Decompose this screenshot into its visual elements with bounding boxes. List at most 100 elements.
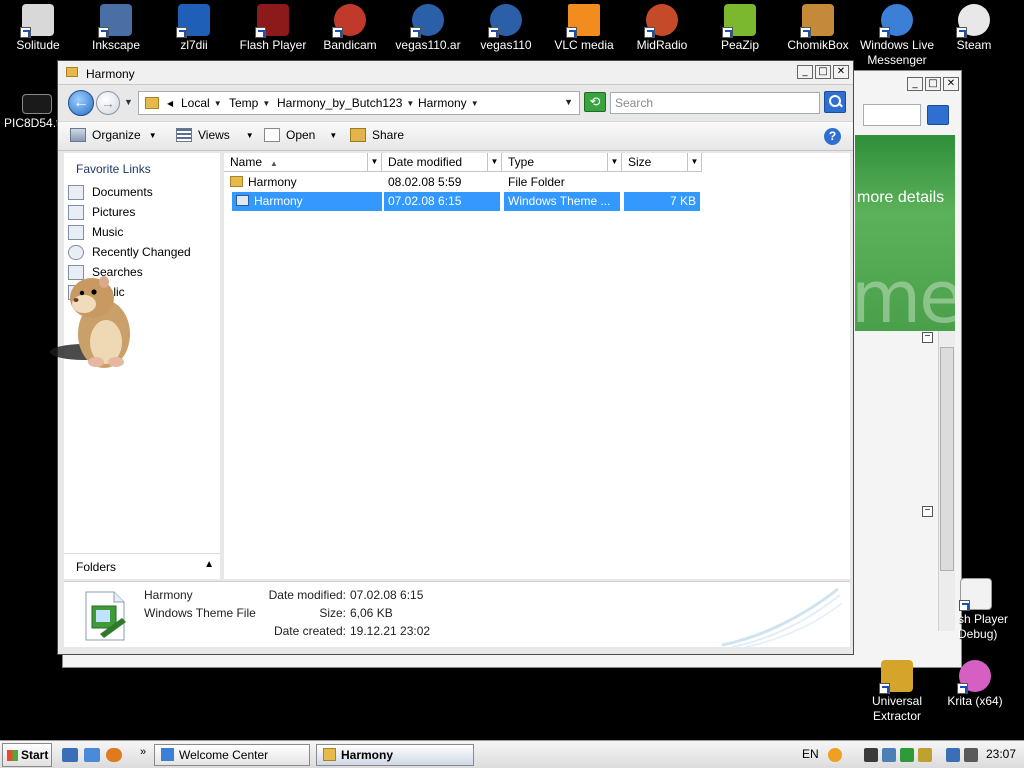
sort-ascending-icon: ▲ — [270, 159, 278, 168]
desktop-icon-solitude[interactable]: Solitude — [0, 4, 76, 53]
peazip-icon — [722, 4, 756, 38]
desktop-icon-inkscape[interactable]: Inkscape — [78, 4, 154, 53]
nav-item-recently-changed[interactable]: Recently Changed — [68, 243, 191, 261]
chevron-down-icon[interactable]: ▼ — [214, 99, 222, 108]
firefox-icon[interactable] — [106, 748, 122, 762]
app-tray-icon[interactable] — [918, 748, 932, 762]
nav-item-music[interactable]: Music — [68, 223, 123, 241]
desktop-icon-pic8d54[interactable]: PIC8D54.t — [0, 94, 59, 131]
taskbar-button-label: Harmony — [341, 748, 394, 762]
desktop-icon-midradio[interactable]: MidRadio — [624, 4, 700, 53]
collapse-toggle[interactable]: − — [922, 506, 933, 517]
chevron-down-icon[interactable]: ▼ — [471, 99, 479, 108]
desktop-icon-peazip[interactable]: PeaZip — [702, 4, 778, 53]
maximize-button[interactable]: □ — [925, 77, 941, 91]
column-header-type[interactable]: Type ▼ — [502, 153, 622, 172]
share-button[interactable]: Share — [350, 128, 404, 142]
chevron-down-icon[interactable]: ▼ — [687, 153, 701, 171]
chevron-down-icon[interactable]: ▼ — [487, 153, 501, 171]
hamster-mascot[interactable] — [48, 268, 138, 378]
folders-pane-toggle[interactable]: Folders ▲ — [64, 553, 220, 579]
folders-label: Folders — [76, 560, 117, 574]
desktop-icon-chomikbox[interactable]: ChomikBox — [780, 4, 856, 53]
chevron-down-icon[interactable]: ▼ — [262, 99, 270, 108]
scrollbar-thumb[interactable] — [940, 347, 954, 571]
nav-item-documents[interactable]: Documents — [68, 183, 153, 201]
nav-item-pictures[interactable]: Pictures — [68, 203, 135, 221]
recent-pages-dropdown[interactable]: ▼ — [124, 97, 133, 107]
more-details-link[interactable]: more details — [857, 189, 944, 207]
chevron-down-icon[interactable]: ▼ — [607, 153, 621, 171]
vegas-icon — [488, 4, 522, 38]
close-button[interactable]: ✕ — [833, 65, 849, 79]
row-name-cell: Harmony — [226, 173, 382, 192]
image-file-icon — [22, 94, 52, 114]
minimize-button[interactable]: _ — [797, 65, 813, 79]
clock[interactable]: 23:07 — [986, 747, 1016, 761]
help-icon[interactable]: ? — [824, 128, 841, 145]
search-icon[interactable] — [927, 105, 949, 125]
open-label: Open — [286, 128, 316, 142]
search-input[interactable]: Search — [610, 92, 820, 114]
maximize-button[interactable]: □ — [815, 65, 831, 79]
chevron-right-icon[interactable]: ◀ — [167, 99, 173, 108]
breadcrumb-harmony-by-butch123[interactable]: Harmony_by_Butch123 ▼ — [277, 96, 414, 110]
row-name: Harmony — [254, 194, 303, 208]
desktop-icon-bandicam[interactable]: Bandicam — [312, 4, 388, 53]
breadcrumb[interactable]: ◀ Local ▼ Temp ▼ Harmony_by_Butch123 ▼ Harm… — [138, 91, 580, 115]
folder-icon — [323, 748, 336, 761]
address-history-dropdown[interactable]: ▼ — [564, 97, 573, 107]
start-button[interactable]: Start — [2, 743, 52, 767]
network-icon[interactable] — [946, 748, 960, 762]
desktop-icon-universal-extractor[interactable]: Universal Extractor — [858, 660, 936, 724]
column-header-date-modified[interactable]: Date modified ▼ — [382, 153, 502, 172]
desktop-icon-live-messenger[interactable]: Windows Live Messenger — [856, 4, 938, 68]
explorer-window[interactable]: Harmony _ □ ✕ ← → ▼ ◀ Local ▼ Temp ▼ Harmo… — [57, 60, 854, 655]
row-size — [624, 173, 700, 192]
desktop-icon-vegas[interactable]: vegas110 — [468, 4, 544, 53]
file-list[interactable]: Name ▲ ▼ Date modified ▼ Type ▼ Size ▼ Ha… — [224, 153, 850, 579]
column-header-name[interactable]: Name ▲ ▼ — [224, 153, 382, 172]
desktop-icon-krita[interactable]: Krita (x64) — [936, 660, 1014, 709]
collapse-toggle[interactable]: − — [922, 332, 933, 343]
details-date-modified-label: Date modified: — [268, 588, 346, 602]
desktop-icon-vlc[interactable]: VLC media — [546, 4, 622, 53]
vegas-icon — [410, 4, 444, 38]
desktop-icon-flash-debug[interactable]: sh Player Debug) — [944, 578, 1024, 642]
volume-icon[interactable] — [964, 748, 978, 762]
taskbar-button-welcome-center[interactable]: Welcome Center — [154, 744, 310, 766]
language-indicator[interactable]: EN — [802, 747, 819, 761]
refresh-icon[interactable]: ⟲ — [584, 92, 606, 112]
switch-windows-icon[interactable] — [84, 748, 100, 762]
breadcrumb-label: Temp — [229, 96, 259, 110]
title-bar[interactable]: Harmony _ □ ✕ — [58, 61, 853, 85]
media-tray-icon[interactable] — [828, 748, 842, 762]
breadcrumb-harmony[interactable]: Harmony ▼ — [418, 96, 479, 110]
column-header-size[interactable]: Size ▼ — [622, 153, 702, 172]
organize-button[interactable]: Organize ▼ — [70, 128, 157, 142]
desktop-icon-zl7dii[interactable]: zl7dii — [156, 4, 232, 53]
breadcrumb-local[interactable]: Local ▼ — [181, 96, 222, 110]
taskbar-button-harmony[interactable]: Harmony — [316, 744, 474, 766]
desktop-icon-vegas-archive[interactable]: vegas110.ar — [390, 4, 466, 53]
open-button[interactable]: Open ▼ — [264, 128, 337, 142]
chevron-down-icon[interactable]: ▼ — [367, 153, 381, 171]
pictures-icon — [68, 204, 84, 220]
minimize-button[interactable]: _ — [907, 77, 923, 91]
quick-launch-overflow-icon[interactable]: » — [140, 746, 146, 758]
security-tray-icon[interactable] — [900, 748, 914, 762]
close-button[interactable]: ✕ — [943, 77, 959, 91]
search-icon[interactable] — [824, 91, 846, 113]
forward-arrow-icon[interactable]: → — [96, 91, 120, 115]
show-desktop-icon[interactable] — [62, 748, 78, 762]
app-tray-icon[interactable] — [882, 748, 896, 762]
desktop-icon-steam[interactable]: Steam — [936, 4, 1012, 53]
chevron-down-icon[interactable]: ▼ — [406, 99, 414, 108]
breadcrumb-temp[interactable]: Temp ▼ — [229, 96, 270, 110]
app-tray-icon[interactable] — [864, 748, 878, 762]
desktop-icon-flash-player[interactable]: Flash Player — [235, 4, 311, 53]
search-input[interactable] — [863, 104, 921, 126]
views-button[interactable]: Views ▼ — [176, 128, 254, 142]
back-arrow-icon[interactable]: ← — [68, 90, 94, 116]
vlc-cone-icon — [566, 4, 600, 38]
